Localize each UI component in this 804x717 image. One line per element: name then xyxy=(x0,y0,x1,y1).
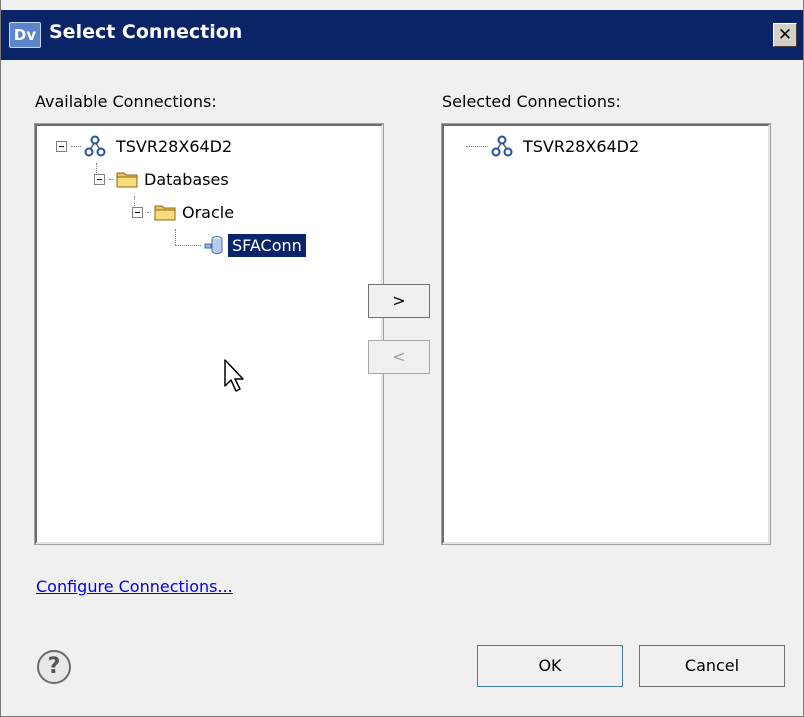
tree-node-server[interactable]: TSVR28X64D2 xyxy=(56,133,236,159)
network-icon xyxy=(491,135,513,157)
tree-node-server[interactable]: TSVR28X64D2 xyxy=(466,133,643,159)
tree-connector xyxy=(175,229,176,245)
configure-connections-link[interactable]: Configure Connections... xyxy=(36,577,233,596)
tree-node-label: TSVR28X64D2 xyxy=(116,136,233,156)
collapse-toggle-icon[interactable] xyxy=(56,140,67,152)
tree-node-label: SFAConn xyxy=(228,233,306,257)
remove-connection-button[interactable]: < xyxy=(368,340,430,374)
selected-connections-label: Selected Connections: xyxy=(442,92,621,111)
app-icon: Dv xyxy=(9,22,41,48)
tree-node-databases[interactable]: Databases xyxy=(94,166,233,192)
tree-connector xyxy=(175,245,201,246)
network-icon xyxy=(84,135,106,157)
tree-connector xyxy=(109,178,113,180)
tree-node-sfaconn[interactable]: SFAConn xyxy=(203,232,306,258)
database-icon xyxy=(204,236,223,254)
available-connections-label: Available Connections: xyxy=(35,92,217,111)
close-button[interactable]: ✕ xyxy=(773,23,797,47)
collapse-toggle-icon[interactable] xyxy=(132,206,143,218)
collapse-toggle-icon[interactable] xyxy=(94,173,105,185)
folder-icon xyxy=(116,172,138,188)
available-connections-tree[interactable]: TSVR28X64D2 Databases Oracle SFAConn xyxy=(34,123,384,545)
tree-connector xyxy=(71,145,81,147)
dialog-title: Select Connection xyxy=(49,21,243,43)
mouse-cursor-icon xyxy=(224,359,244,392)
ok-button[interactable]: OK xyxy=(477,645,623,687)
tree-connector xyxy=(466,145,488,147)
folder-icon xyxy=(154,205,176,221)
tree-node-label: Oracle xyxy=(182,202,235,222)
tree-node-oracle[interactable]: Oracle xyxy=(132,199,238,225)
select-connection-dialog: Dv Select Connection ✕ Available Connect… xyxy=(0,0,804,717)
selected-connections-tree[interactable]: TSVR28X64D2 xyxy=(441,123,771,545)
tree-connector xyxy=(147,211,151,213)
tree-node-label: TSVR28X64D2 xyxy=(523,136,640,156)
add-connection-button[interactable]: > xyxy=(368,284,430,318)
title-bar[interactable]: Dv Select Connection ✕ xyxy=(1,10,803,60)
help-icon[interactable]: ? xyxy=(37,650,71,684)
cancel-button[interactable]: Cancel xyxy=(639,645,785,687)
tree-node-label: Databases xyxy=(144,169,229,189)
